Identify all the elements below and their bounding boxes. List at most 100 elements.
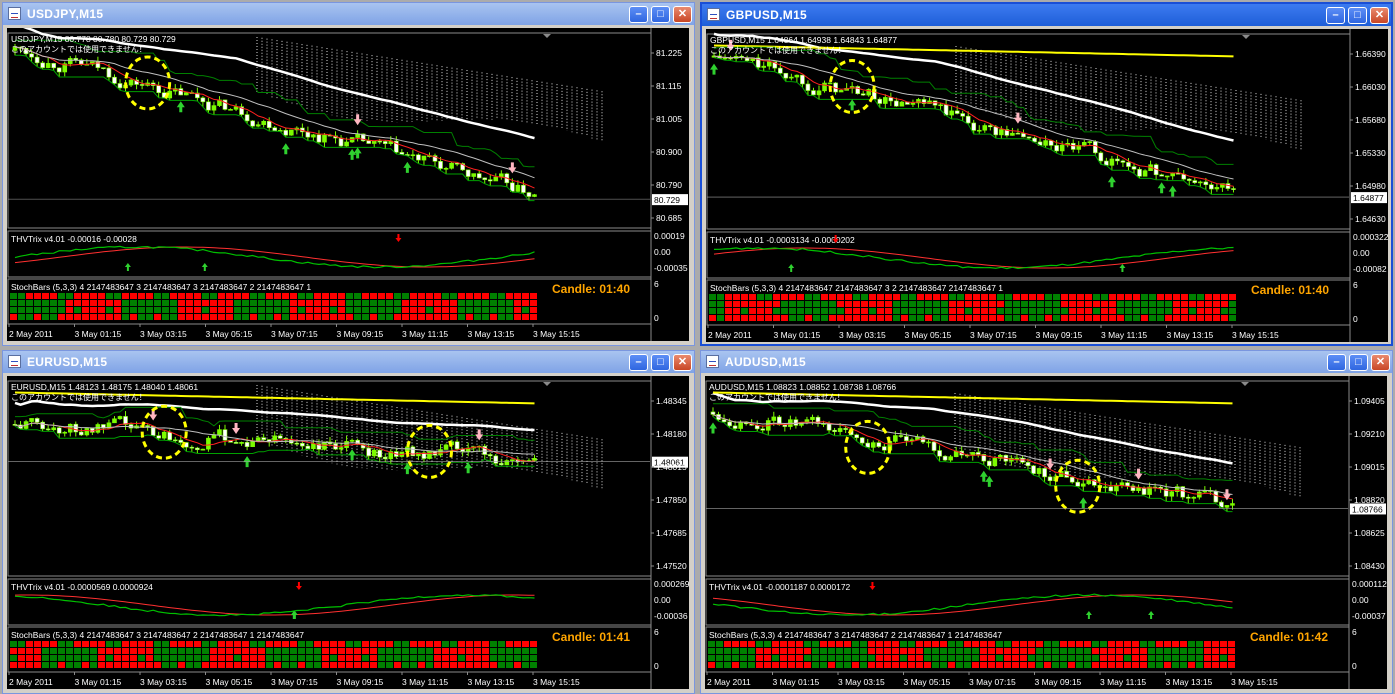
candle [832, 429, 837, 432]
trix-axis-label: 0.000269 [654, 579, 689, 589]
close-button[interactable]: ✕ [673, 354, 692, 371]
chart-canvas[interactable]: 1.08766 1.09405 1.09210 1.09015 1.08820 1.086… [705, 376, 1387, 689]
candle-timer: Candle: 01:40 [1251, 283, 1329, 297]
trix-axis-label: 0.00 [654, 247, 671, 257]
candle [771, 416, 777, 421]
candle [904, 436, 909, 442]
price-axis-label: 1.09405 [1354, 396, 1385, 406]
minimize-button[interactable]: – [1327, 354, 1346, 371]
candle [794, 74, 800, 78]
time-axis-label: 3 May 03:15 [140, 677, 187, 687]
candle [965, 115, 971, 124]
symbol-price-label: EURUSD,M15 1.48123 1.48175 1.48040 1.480… [11, 382, 198, 392]
candle [975, 452, 981, 455]
candle [883, 97, 888, 104]
candle [800, 74, 805, 85]
close-button[interactable]: ✕ [1371, 354, 1390, 371]
time-axis-label: 3 May 15:15 [1231, 677, 1278, 687]
time-axis-label: 3 May 01:15 [774, 330, 821, 340]
candle [1142, 170, 1148, 177]
stochbars-indicator-label: StochBars (5,3,3) 4 2147483647 214748364… [710, 283, 1003, 293]
candle [1203, 181, 1209, 186]
candle [294, 442, 300, 445]
candle [84, 428, 90, 436]
candle [51, 427, 56, 431]
candle [40, 62, 45, 68]
window-titlebar[interactable]: AUDUSD,M15 – □ ✕ [701, 351, 1392, 373]
candle [338, 447, 344, 450]
candle [112, 418, 117, 424]
time-axis-label: 3 May 05:15 [905, 330, 952, 340]
candle [277, 435, 283, 439]
candle [732, 425, 738, 429]
candle [311, 443, 316, 450]
minimize-button[interactable]: – [1326, 7, 1345, 24]
candle [322, 134, 327, 143]
candle [877, 98, 883, 104]
maximize-button[interactable]: □ [1348, 7, 1367, 24]
candle [454, 441, 460, 450]
time-axis-label: 3 May 01:15 [75, 329, 122, 339]
price-axis-label: 80.790 [656, 180, 682, 190]
symbol-price-label: USDJPY,M15 80.778 80.780 80.729 80.729 [11, 34, 176, 44]
time-axis-label: 3 May 11:15 [1101, 330, 1147, 340]
maximize-button[interactable]: □ [651, 6, 670, 23]
candle [778, 67, 783, 74]
candle [882, 446, 887, 451]
candle [438, 161, 443, 169]
window-titlebar[interactable]: EURUSD,M15 – □ ✕ [3, 351, 694, 373]
candle [815, 416, 821, 424]
window-titlebar[interactable]: USDJPY,M15 – □ ✕ [3, 3, 694, 25]
candle [311, 134, 316, 138]
chart-window-1[interactable]: GBPUSD,M15 – □ ✕ 1.64877 1.66390 1.66030 1.6568… [700, 2, 1393, 346]
chart-area[interactable]: 1.08766 1.09405 1.09210 1.09015 1.08820 1.086… [705, 376, 1387, 689]
minimize-button[interactable]: – [629, 6, 648, 23]
candle [1125, 482, 1130, 487]
candle [67, 58, 73, 65]
chart-area[interactable]: 1.64877 1.66390 1.66030 1.65680 1.65330 1.649… [706, 29, 1388, 342]
time-axis-label: 3 May 11:15 [402, 677, 448, 687]
candle [178, 439, 184, 443]
candle [993, 126, 999, 136]
time-axis-label: 3 May 13:15 [468, 329, 515, 339]
chart-window-icon [706, 355, 719, 368]
chart-window-2[interactable]: EURUSD,M15– □ ✕ 1.48061 1.48345 1.48180 1.4801… [2, 350, 695, 694]
candle [987, 460, 992, 467]
stochbars-axis-label: 0 [1353, 314, 1358, 324]
time-axis-label: 2 May 2011 [9, 677, 53, 687]
minimize-button[interactable]: – [629, 354, 648, 371]
candle [738, 421, 743, 429]
close-button[interactable]: ✕ [673, 6, 692, 23]
chart-canvas[interactable]: 1.480611.483451.481801.480151.478501.476… [7, 376, 689, 689]
trix-axis-label: 0.000322 [1353, 232, 1388, 242]
candle [128, 79, 134, 86]
candle [443, 444, 449, 450]
price-axis-label: 1.65330 [1355, 148, 1386, 158]
candle [272, 127, 278, 132]
stochbars-axis-label: 0 [654, 313, 659, 323]
candle [988, 125, 993, 128]
chart-window-0[interactable]: USDJPY,M15– □ ✕ 80.729 81.225 81.115 81.005 80.… [2, 2, 695, 346]
candle [499, 463, 504, 466]
candle [377, 140, 383, 143]
close-button[interactable]: ✕ [1370, 7, 1389, 24]
price-axis-label: 1.48015 [656, 462, 687, 472]
maximize-button[interactable]: □ [651, 354, 670, 371]
chart-area[interactable]: 80.729 81.225 81.115 81.005 80.900 80.790 80.6… [7, 28, 689, 341]
candle [244, 114, 250, 122]
candle [1115, 158, 1120, 162]
maximize-button[interactable]: □ [1349, 354, 1368, 371]
chart-canvas[interactable]: 80.729 81.225 81.115 81.005 80.900 80.790 80.6… [7, 28, 689, 341]
candle [289, 129, 294, 136]
candle [95, 424, 101, 433]
chart-area[interactable]: 1.48061 1.48345 1.48180 1.48015 1.47850 1.476… [7, 376, 689, 689]
candle [382, 141, 388, 144]
candle [722, 57, 728, 60]
chart-window-3[interactable]: AUDUSD,M15 – □ ✕ 1.08766 1.09405 1.09210 1.0901… [700, 350, 1393, 694]
candle [1103, 486, 1108, 489]
window-titlebar[interactable]: GBPUSD,M15 – □ ✕ [702, 4, 1391, 26]
window-title: USDJPY,M15 [27, 7, 104, 21]
trix-axis-label: -0.00037 [1352, 611, 1386, 621]
candle [1010, 132, 1015, 136]
chart-canvas[interactable]: 1.64877 1.66390 1.66030 1.65680 1.65330 1.649… [706, 29, 1388, 342]
